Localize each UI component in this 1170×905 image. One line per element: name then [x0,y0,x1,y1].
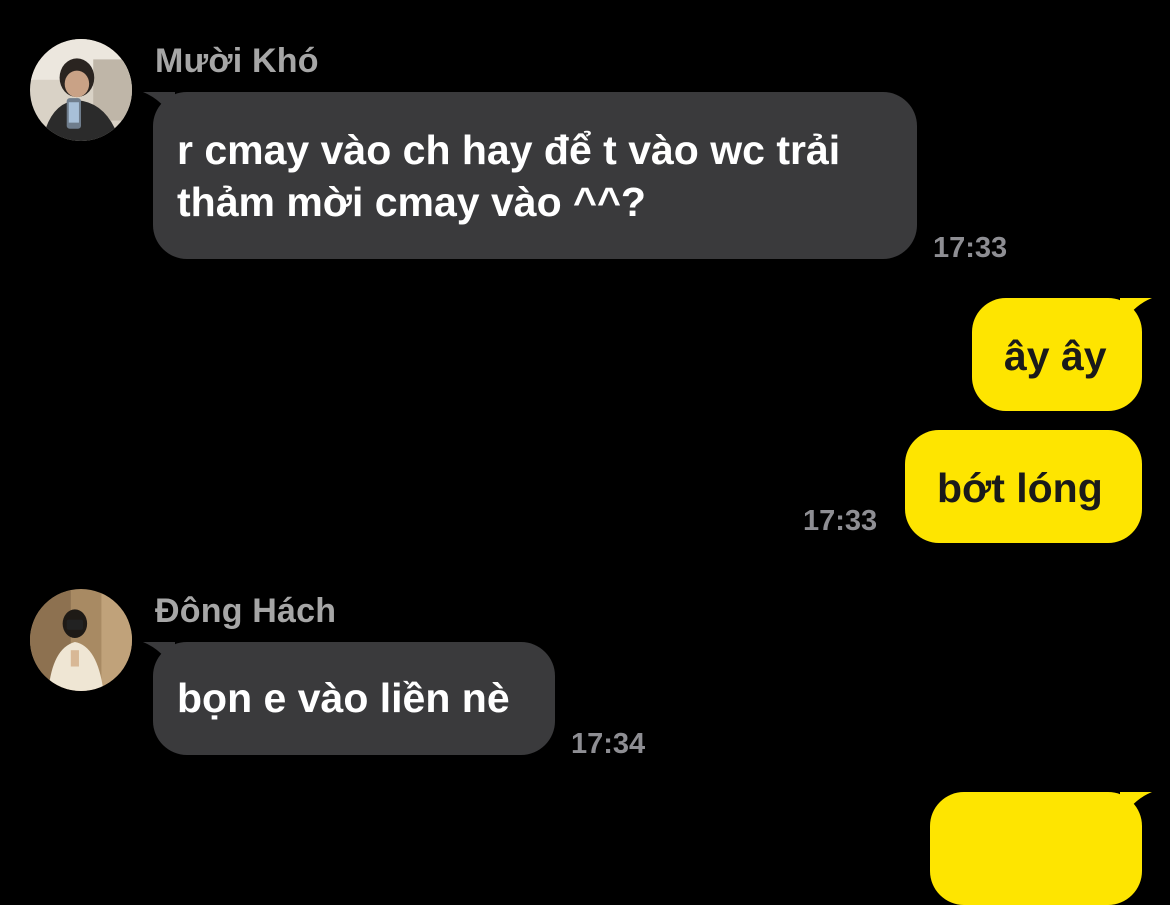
message-bubble-outgoing[interactable]: ây ây [972,298,1152,411]
bubble-tail [1120,298,1152,328]
avatar-photo-icon [30,589,132,691]
message-text: bọn e vào liền nè [177,675,510,721]
sender-avatar-dong-hach[interactable] [30,589,132,691]
sender-avatar-muoi-kho[interactable] [30,39,132,141]
message-text-line: r cmay vào ch hay để t vào wc trải [177,127,841,173]
message-timestamp: 17:33 [803,505,878,537]
message-bubble-incoming[interactable]: r cmay vào ch hay để t vào wc trải thảm … [143,92,917,259]
message-text-line: thảm mời cmay vào ^^? [177,179,646,225]
message-bubble-outgoing[interactable]: bớt lóng [905,430,1142,543]
sender-name: Mười Khó [155,42,319,80]
bubble-tail [143,92,175,122]
message-text: ây ây [1004,333,1107,379]
avatar-photo-icon [30,39,132,141]
bubble-tail [1120,792,1152,822]
sender-name: Đông Hách [155,592,337,630]
message-bubble-outgoing[interactable] [930,792,1152,905]
bubble-tail [143,642,175,672]
message-bubble-incoming[interactable]: bọn e vào liền nè [143,642,555,755]
message-text: bớt lóng [937,465,1103,511]
message-timestamp: 17:34 [571,728,646,760]
message-timestamp: 17:33 [933,232,1008,264]
